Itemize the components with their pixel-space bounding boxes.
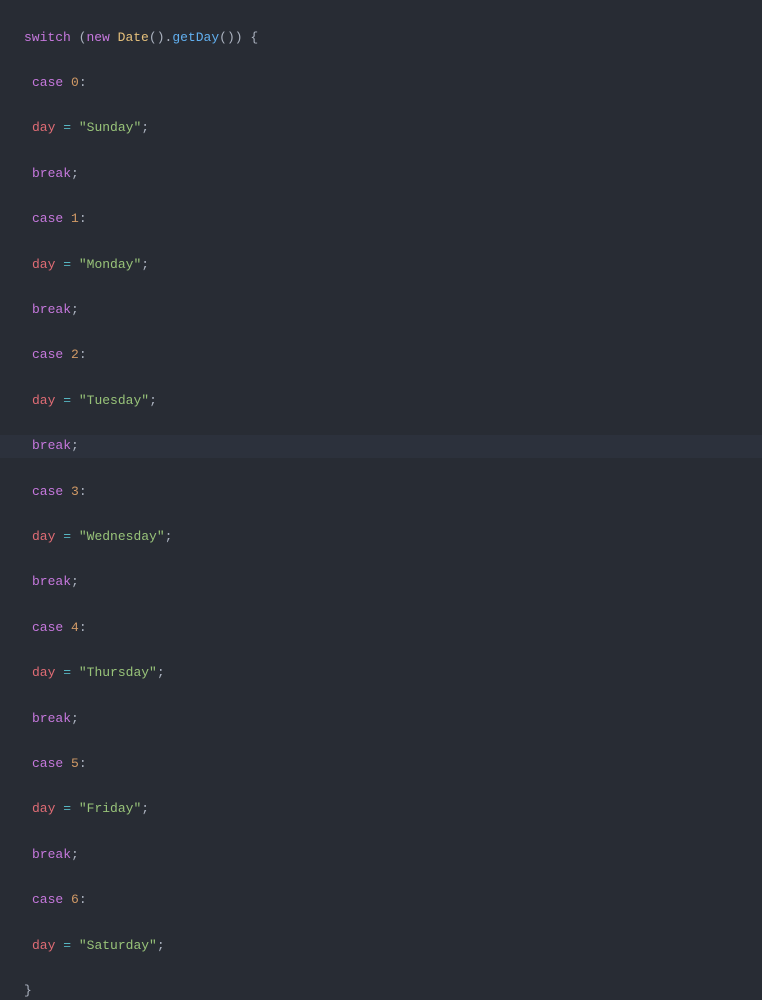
semicolon: ; [149, 393, 157, 408]
paren-close: ) [157, 30, 165, 45]
colon: : [79, 620, 87, 635]
var-day: day [32, 938, 55, 953]
op-assign: = [63, 393, 71, 408]
colon: : [79, 75, 87, 90]
op-assign: = [63, 938, 71, 953]
code-line[interactable]: day = "Saturday"; [0, 935, 762, 958]
paren-close: ) [227, 30, 235, 45]
var-day: day [32, 529, 55, 544]
var-day: day [32, 665, 55, 680]
semicolon: ; [157, 665, 165, 680]
keyword-switch: switch [24, 30, 71, 45]
op-assign: = [63, 801, 71, 816]
string-value: "Monday" [79, 257, 141, 272]
code-line[interactable]: } [0, 980, 762, 1000]
code-line[interactable]: day = "Monday"; [0, 254, 762, 277]
case-number: 3 [71, 484, 79, 499]
keyword-break: break [32, 847, 71, 862]
keyword-break: break [32, 574, 71, 589]
var-day: day [32, 257, 55, 272]
keyword-case: case [32, 620, 63, 635]
keyword-case: case [32, 211, 63, 226]
paren-open: ( [219, 30, 227, 45]
code-line[interactable]: case 5: [0, 753, 762, 776]
paren-open: ( [149, 30, 157, 45]
code-line[interactable]: break; [0, 708, 762, 731]
code-line[interactable]: break; [0, 163, 762, 186]
var-day: day [32, 120, 55, 135]
code-line[interactable]: break; [0, 844, 762, 867]
keyword-case: case [32, 756, 63, 771]
keyword-case: case [32, 484, 63, 499]
semicolon: ; [141, 120, 149, 135]
semicolon: ; [71, 574, 79, 589]
semicolon: ; [71, 711, 79, 726]
keyword-break: break [32, 302, 71, 317]
code-line[interactable]: case 1: [0, 208, 762, 231]
semicolon: ; [157, 938, 165, 953]
colon: : [79, 211, 87, 226]
semicolon: ; [141, 257, 149, 272]
code-line[interactable]: break; [0, 299, 762, 322]
brace-close: } [24, 983, 32, 998]
code-line[interactable]: day = "Sunday"; [0, 117, 762, 140]
case-number: 1 [71, 211, 79, 226]
var-day: day [32, 393, 55, 408]
class-date: Date [118, 30, 149, 45]
keyword-case: case [32, 347, 63, 362]
semicolon: ; [165, 529, 173, 544]
string-value: "Sunday" [79, 120, 141, 135]
colon: : [79, 892, 87, 907]
semicolon: ; [71, 438, 79, 453]
code-line[interactable]: case 0: [0, 72, 762, 95]
code-line[interactable]: break; [0, 571, 762, 594]
code-line[interactable]: case 6: [0, 889, 762, 912]
keyword-new: new [86, 30, 109, 45]
brace-open: { [250, 30, 258, 45]
semicolon: ; [71, 302, 79, 317]
keyword-break: break [32, 438, 71, 453]
method-getday: getDay [172, 30, 219, 45]
case-number: 5 [71, 756, 79, 771]
op-assign: = [63, 120, 71, 135]
code-line-active[interactable]: break; [0, 435, 762, 458]
case-number: 4 [71, 620, 79, 635]
string-value: "Tuesday" [79, 393, 149, 408]
case-number: 2 [71, 347, 79, 362]
keyword-case: case [32, 892, 63, 907]
code-line[interactable]: day = "Thursday"; [0, 662, 762, 685]
code-line[interactable]: case 4: [0, 617, 762, 640]
semicolon: ; [71, 847, 79, 862]
string-value: "Friday" [79, 801, 141, 816]
semicolon: ; [71, 166, 79, 181]
string-value: "Thursday" [79, 665, 157, 680]
op-assign: = [63, 529, 71, 544]
string-value: "Wednesday" [79, 529, 165, 544]
op-assign: = [63, 257, 71, 272]
semicolon: ; [141, 801, 149, 816]
keyword-break: break [32, 166, 71, 181]
case-number: 0 [71, 75, 79, 90]
var-day: day [32, 801, 55, 816]
paren-close: ) [235, 30, 243, 45]
code-line[interactable]: day = "Tuesday"; [0, 390, 762, 413]
case-number: 6 [71, 892, 79, 907]
code-line[interactable]: case 2: [0, 344, 762, 367]
colon: : [79, 347, 87, 362]
op-assign: = [63, 665, 71, 680]
code-line[interactable]: day = "Wednesday"; [0, 526, 762, 549]
keyword-case: case [32, 75, 63, 90]
colon: : [79, 484, 87, 499]
keyword-break: break [32, 711, 71, 726]
code-line[interactable]: day = "Friday"; [0, 798, 762, 821]
code-line[interactable]: switch (new Date().getDay()) { [0, 27, 762, 50]
string-value: "Saturday" [79, 938, 157, 953]
colon: : [79, 756, 87, 771]
code-editor[interactable]: switch (new Date().getDay()) { case 0: d… [0, 4, 762, 1000]
